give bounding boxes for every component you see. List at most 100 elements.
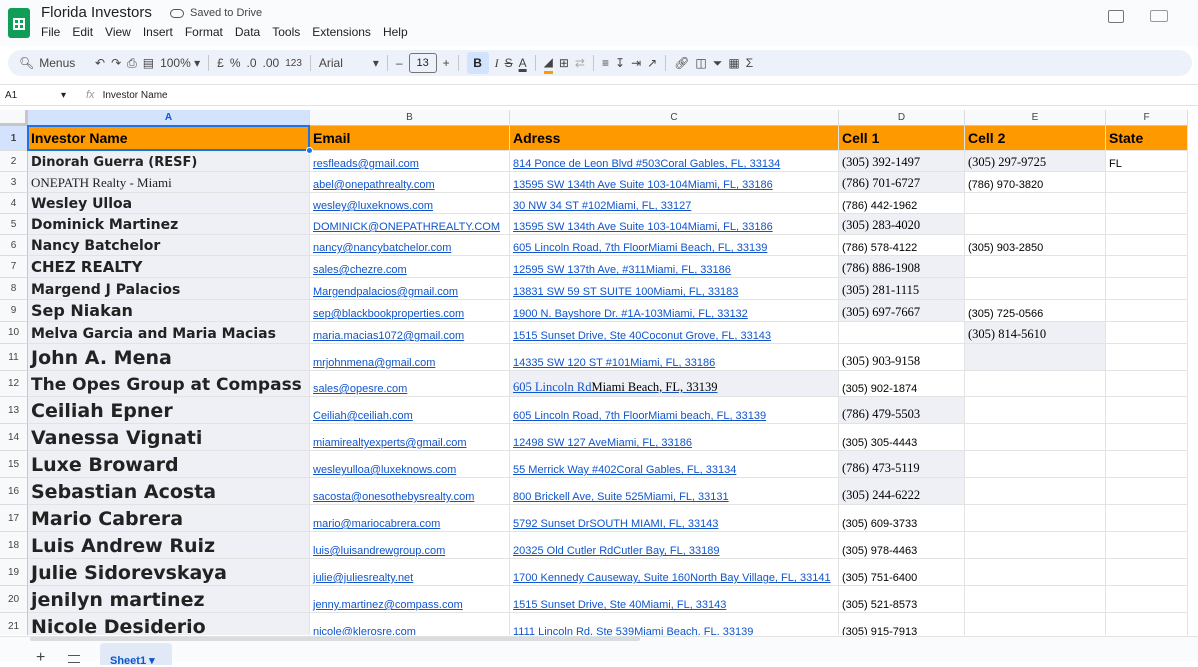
menu-view[interactable]: View (105, 25, 139, 39)
state-cell[interactable] (1106, 532, 1188, 559)
email-cell[interactable]: sales@opesre.com (310, 371, 510, 397)
address-cell[interactable]: 5792 Sunset DrSOUTH MIAMI, FL, 33143 (510, 505, 839, 532)
investor-name-cell[interactable]: ONEPATH Realty - Miami (28, 172, 310, 193)
print-icon[interactable]: ⎙ (127, 52, 137, 74)
insert-chart-icon[interactable]: ◫ (695, 52, 706, 74)
row-header[interactable]: 18 (0, 532, 28, 559)
address-cell[interactable]: 1900 N. Bayshore Dr. #1A-103Miami, FL, 3… (510, 300, 839, 322)
cell-2-cell[interactable] (965, 586, 1106, 613)
email-cell[interactable]: maria.macias1072@gmail.com (310, 322, 510, 344)
email-cell[interactable]: wesley@luxeknows.com (310, 193, 510, 214)
state-cell[interactable] (1106, 613, 1188, 635)
state-cell[interactable] (1106, 214, 1188, 235)
font-select[interactable]: Arial ▾ (319, 52, 379, 74)
investor-name-cell[interactable]: Sebastian Acosta (28, 478, 310, 505)
address-cell[interactable]: 1111 Lincoln Rd, Ste 539Miami Beach, FL,… (510, 613, 839, 635)
investor-name-cell[interactable]: Dinorah Guerra (RESF) (28, 151, 310, 172)
address-cell[interactable]: 605 Lincoln Road, 7th FloorMiami Beach, … (510, 235, 839, 256)
cell-2-cell[interactable]: (305) 297-9725 (965, 151, 1106, 172)
email-cell[interactable]: nicole@klerosre.com (310, 613, 510, 635)
column-header-c[interactable]: C (510, 110, 839, 126)
search-menus-button[interactable]: 🔍︎ Menus (11, 52, 89, 74)
state-cell[interactable] (1106, 451, 1188, 478)
cell-1-cell[interactable]: (305) 915-7913 (839, 613, 965, 635)
cell-1-cell[interactable]: (305) 697-7667 (839, 300, 965, 322)
borders-icon[interactable]: ⊞ (559, 52, 569, 74)
investor-name-cell[interactable]: Luxe Broward (28, 451, 310, 478)
decrease-decimal-button[interactable]: .0 (247, 52, 257, 74)
email-cell[interactable]: nancy@nancybatchelor.com (310, 235, 510, 256)
address-cell[interactable]: 1515 Sunset Drive, Ste 40Miami, FL, 3314… (510, 586, 839, 613)
column-header-f[interactable]: F (1106, 110, 1188, 126)
cell-1-cell[interactable]: (305) 609-3733 (839, 505, 965, 532)
font-size-decrease-button[interactable]: – (396, 52, 403, 74)
state-cell[interactable] (1106, 172, 1188, 193)
header-state[interactable]: State (1106, 126, 1188, 151)
cell-1-cell[interactable]: (786) 886-1908 (839, 256, 965, 278)
address-cell[interactable]: 12595 SW 137th Ave, #311Miami, FL, 33186 (510, 256, 839, 278)
state-cell[interactable] (1106, 371, 1188, 397)
cell-1-cell[interactable]: (305) 392-1497 (839, 151, 965, 172)
cell-1-cell[interactable]: (305) 751-6400 (839, 559, 965, 586)
text-color-button[interactable]: A (519, 52, 527, 74)
sheet-tab[interactable]: Sheet1 ▾ (100, 643, 172, 667)
header-email[interactable]: Email (310, 126, 510, 151)
investor-name-cell[interactable]: Melva Garcia and Maria Macias (28, 322, 310, 344)
investor-name-cell[interactable]: The Opes Group at Compass (28, 371, 310, 397)
row-header[interactable]: 21 (0, 613, 28, 635)
font-size-input[interactable]: 13 (408, 53, 437, 73)
increase-decimal-button[interactable]: .00 (263, 52, 280, 74)
add-sheet-button[interactable]: + (36, 649, 45, 667)
cell-1-cell[interactable]: (786) 578-4122 (839, 235, 965, 256)
horizontal-align-icon[interactable]: ≡ (602, 52, 609, 74)
merge-cells-icon[interactable]: ⇄ (575, 52, 585, 74)
investor-name-cell[interactable]: Margend J Palacios (28, 278, 310, 300)
state-cell[interactable] (1106, 193, 1188, 214)
cell-1-cell[interactable]: (786) 442-1962 (839, 193, 965, 214)
cell-2-cell[interactable] (965, 256, 1106, 278)
undo-icon[interactable]: ↶ (95, 52, 105, 74)
filter-views-icon[interactable]: ▦ (728, 52, 739, 74)
address-cell[interactable]: 605 Lincoln Rd Miami Beach, FL, 33139 (510, 371, 839, 397)
email-cell[interactable]: luis@luisandrewgroup.com (310, 532, 510, 559)
cell-2-cell[interactable]: (305) 814-5610 (965, 322, 1106, 344)
text-rotation-icon[interactable]: ↗ (647, 52, 657, 74)
cell-1-cell[interactable]: (305) 902-1874 (839, 371, 965, 397)
row-header[interactable]: 1 (0, 126, 28, 151)
email-cell[interactable]: Ceiliah@ceiliah.com (310, 397, 510, 424)
horizontal-scrollbar[interactable] (30, 637, 640, 641)
cell-2-cell[interactable] (965, 214, 1106, 235)
row-header[interactable]: 11 (0, 344, 28, 371)
menu-format[interactable]: Format (185, 25, 231, 39)
header-investor-name[interactable]: Investor Name (28, 126, 310, 151)
cell-1-cell[interactable]: (786) 479-5503 (839, 397, 965, 424)
state-cell[interactable] (1106, 424, 1188, 451)
email-cell[interactable]: miamirealtyexperts@gmail.com (310, 424, 510, 451)
cell-1-cell[interactable]: (786) 473-5119 (839, 451, 965, 478)
redo-icon[interactable]: ↷ (111, 52, 121, 74)
row-header[interactable]: 12 (0, 371, 28, 397)
address-cell[interactable]: 20325 Old Cutler RdCutler Bay, FL, 33189 (510, 532, 839, 559)
investor-name-cell[interactable]: Vanessa Vignati (28, 424, 310, 451)
cell-1-cell[interactable]: (305) 305-4443 (839, 424, 965, 451)
email-cell[interactable]: mrjohnmena@gmail.com (310, 344, 510, 371)
filter-icon[interactable]: ⏷ (713, 52, 723, 74)
cell-1-cell[interactable]: (305) 903-9158 (839, 344, 965, 371)
row-header[interactable]: 7 (0, 256, 28, 278)
state-cell[interactable] (1106, 505, 1188, 532)
state-cell[interactable] (1106, 586, 1188, 613)
menu-edit[interactable]: Edit (72, 25, 101, 39)
header-cell-2[interactable]: Cell 2 (965, 126, 1106, 151)
investor-name-cell[interactable]: Dominick Martinez (28, 214, 310, 235)
fill-color-icon[interactable]: ◢ (543, 52, 553, 74)
menu-file[interactable]: File (41, 25, 68, 39)
cell-1-cell[interactable]: (305) 521-8573 (839, 586, 965, 613)
cell-2-cell[interactable] (965, 344, 1106, 371)
vertical-align-icon[interactable]: ↧ (615, 52, 625, 74)
address-cell[interactable]: 605 Lincoln Road, 7th FloorMiami beach, … (510, 397, 839, 424)
investor-name-cell[interactable]: Nancy Batchelor (28, 235, 310, 256)
strikethrough-button[interactable]: S (505, 52, 513, 74)
row-header[interactable]: 14 (0, 424, 28, 451)
percent-button[interactable]: % (230, 52, 241, 74)
number-format-button[interactable]: 123 (285, 52, 302, 74)
